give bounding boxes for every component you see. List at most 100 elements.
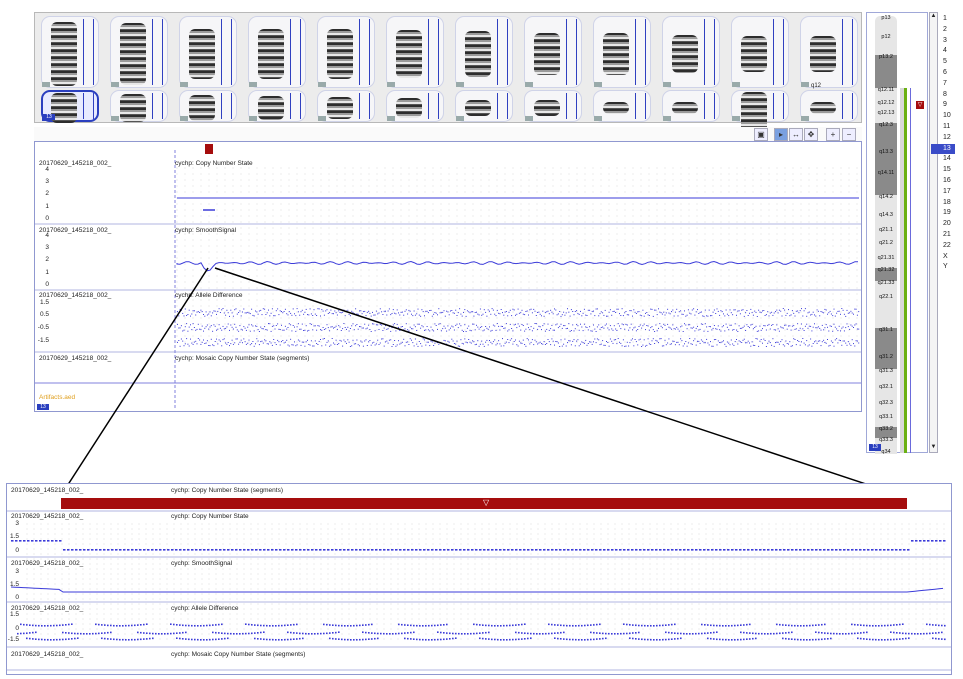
chromosome-list-item[interactable]: 9 — [931, 100, 955, 110]
chromosome-tile-17[interactable] — [317, 90, 375, 122]
chromosome-ideogram-icon — [672, 35, 698, 73]
pan-tool-icon[interactable]: ✥ — [804, 128, 818, 141]
ideogram-band[interactable]: p13 — [875, 15, 897, 35]
artifacts-label[interactable]: Artifacts.aed — [39, 394, 75, 401]
chromosome-tile-11[interactable] — [731, 16, 789, 88]
chromosome-axis-line — [852, 93, 853, 119]
chromosome-tile-16[interactable] — [248, 90, 306, 122]
chromosome-list-item[interactable]: 16 — [931, 176, 955, 186]
ideogram-band[interactable]: q14.3 — [875, 212, 897, 228]
ideogram-band[interactable]: q14.2 — [875, 194, 897, 213]
chromosome-list-item[interactable]: 18 — [931, 198, 955, 208]
triangle-marker-icon[interactable] — [205, 144, 213, 154]
chromosome-axis-line — [842, 93, 843, 119]
ideogram-band[interactable]: q22.1 — [875, 294, 897, 328]
ideogram-band[interactable]: q31.3 — [875, 368, 897, 385]
chromosome-list-item[interactable]: 11 — [931, 122, 955, 132]
chromosome-list-item[interactable]: 13 — [931, 143, 955, 154]
zoom-out-icon[interactable]: − — [842, 128, 856, 141]
select-tool-icon[interactable]: ▸ — [774, 128, 788, 141]
ideogram-band[interactable]: q32.1 — [875, 384, 897, 401]
ideogram-band-label: q21.33 — [877, 280, 895, 286]
chromosome-tile-10[interactable] — [662, 16, 720, 88]
chromosome-list-item[interactable]: 1 — [931, 14, 955, 24]
chromosome-list-item[interactable]: 5 — [931, 57, 955, 67]
chromosome-list-item[interactable]: 17 — [931, 187, 955, 197]
chromosome-tile-6[interactable] — [386, 16, 444, 88]
ideogram-band[interactable]: q32.3 — [875, 400, 897, 415]
zoom-in-icon[interactable]: + — [826, 128, 840, 141]
ideogram-band-label: q34 — [881, 449, 891, 455]
ideogram-band-label: q12.13 — [877, 110, 895, 116]
chromosome-tile-19[interactable] — [455, 90, 513, 122]
chromosome-list-item[interactable]: Y — [931, 262, 955, 272]
chromosome-ideogram[interactable]: p13 p12 p13.2 q12.11 q12.12 q12.13 q12.3 q13.3 q… — [866, 12, 928, 455]
range-tool-icon[interactable]: ↔ — [789, 128, 803, 141]
chromosome-axis-line — [566, 93, 567, 119]
ideogram-band-label: q12.3 — [879, 122, 893, 128]
chromosome-list-item[interactable]: 4 — [931, 46, 955, 56]
chromosome-list-item[interactable]: 8 — [931, 90, 955, 100]
track-sample-label: 20170629_145218_002_ — [39, 227, 112, 234]
chromosome-tile-3[interactable] — [179, 16, 237, 88]
chromosome-tile-22[interactable] — [662, 90, 720, 122]
chromosome-tile-20[interactable] — [524, 90, 582, 122]
chromosome-axis-line — [300, 19, 301, 85]
chromosome-tile-9[interactable] — [593, 16, 651, 88]
chromosome-axis-line — [162, 19, 163, 85]
chromosome-list-item[interactable]: 10 — [931, 111, 955, 121]
track-name-label: cychp: SmoothSignal — [171, 560, 233, 567]
chromosome-tile-18[interactable] — [386, 90, 444, 122]
chromosome-tile-5[interactable] — [317, 16, 375, 88]
chromosome-tile-4[interactable] — [248, 16, 306, 88]
chromosome-list-item[interactable]: 21 — [931, 230, 955, 240]
chromosome-tile-14[interactable] — [110, 90, 168, 122]
triangle-marker-icon[interactable]: ▽ — [483, 498, 489, 507]
chromosome-list-item[interactable]: 6 — [931, 68, 955, 78]
chromosome-tile-tag — [318, 82, 326, 87]
chromosome-tile-1[interactable] — [41, 16, 99, 88]
chromosome-tile-tag — [387, 82, 395, 87]
chromosome-ideogram-icon — [327, 97, 353, 119]
chromosome-tile-X[interactable] — [731, 90, 789, 136]
chromosome-tile-Y[interactable] — [800, 90, 858, 122]
ideogram-band[interactable]: q12.3 — [875, 122, 897, 150]
chromosome-list-item[interactable]: 15 — [931, 165, 955, 175]
chromosome-tile-8[interactable] — [524, 16, 582, 88]
karyogram-panel: 13 q12 — [34, 12, 862, 136]
ideogram-band[interactable]: q31.2 — [875, 354, 897, 369]
chromosome-list-item[interactable]: 3 — [931, 36, 955, 46]
chromosome-tile-2[interactable] — [110, 16, 168, 88]
ideogram-coverage-bar — [904, 88, 907, 453]
chromosome-tile-21[interactable] — [593, 90, 651, 122]
chromosome-list-item[interactable]: 19 — [931, 208, 955, 218]
chromosome-list-item[interactable]: 12 — [931, 133, 955, 143]
chromosome-list-item[interactable]: 7 — [931, 79, 955, 89]
ideogram-band[interactable]: p12 — [875, 34, 897, 55]
chromosome-tile-12[interactable] — [800, 16, 858, 88]
ideogram-band[interactable]: q14.11 — [875, 170, 897, 195]
ideogram-band[interactable]: q13.3 — [875, 149, 897, 171]
chromosome-list-item[interactable]: 22 — [931, 241, 955, 251]
scroll-down-icon[interactable]: ▼ — [930, 444, 937, 452]
zoom-tracks-canvas[interactable] — [7, 484, 951, 674]
view-toolbar: ▣ ▸ ↔ ✥ + − — [34, 127, 862, 142]
chromosome-list-item[interactable]: X — [931, 252, 955, 262]
chromosome-list-item[interactable]: 2 — [931, 25, 955, 35]
ideogram-band-label: q21.32 — [877, 267, 895, 273]
ideogram-band[interactable]: p13.2 — [875, 54, 897, 88]
ideogram-band[interactable]: q21.2 — [875, 240, 897, 256]
chromosome-list-item[interactable]: 20 — [931, 219, 955, 229]
axis-tick-label: 1.5 — [9, 581, 19, 588]
axis-tick-label: 3 — [45, 178, 49, 185]
main-tracks-canvas[interactable] — [35, 142, 861, 411]
export-icon[interactable]: ▣ — [754, 128, 768, 141]
ideogram-band[interactable]: q31.1 — [875, 327, 897, 355]
chromosome-list-item[interactable]: 14 — [931, 154, 955, 164]
chromosome-tile-7[interactable] — [455, 16, 513, 88]
ideogram-band[interactable]: q21.33 — [875, 280, 897, 295]
axis-tick-label: 1 — [45, 269, 49, 276]
chromosome-ideogram-icon — [258, 29, 284, 79]
triangle-marker-icon[interactable]: ▽ — [916, 101, 924, 109]
chromosome-tile-15[interactable] — [179, 90, 237, 122]
